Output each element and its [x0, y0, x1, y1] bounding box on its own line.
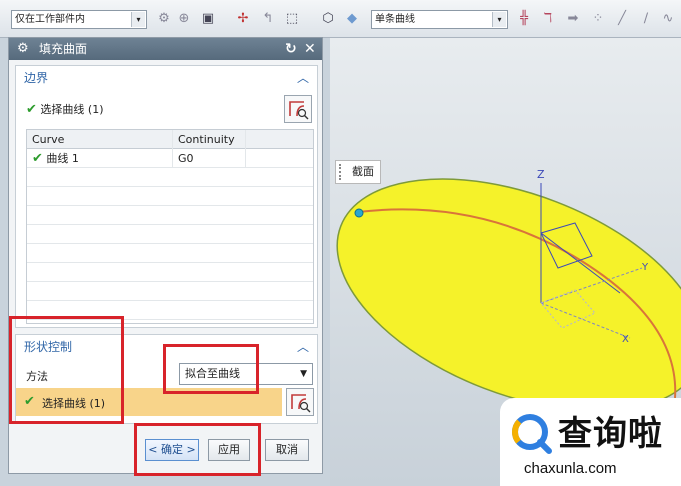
- intersection-icon[interactable]: ╬: [516, 11, 532, 27]
- table-empty-row: [27, 225, 313, 244]
- check-icon: ✔: [24, 394, 35, 409]
- table-cell-curve: ✔ 曲线 1: [27, 149, 173, 168]
- table-cell-continuity[interactable]: G0: [173, 149, 246, 168]
- face-filter-icon[interactable]: ▣: [200, 11, 216, 27]
- line-icon[interactable]: ╱: [614, 11, 630, 27]
- fill-surface-dialog: ⚙ 填充曲面 ↻ ✕ 边界 ︿ ✔ 选择曲线 (1) Curve Continu…: [8, 37, 323, 474]
- table-row[interactable]: ✔ 曲线 1 G0: [27, 149, 313, 168]
- curve-list-table: Curve Continuity ✔ 曲线 1 G0: [26, 129, 314, 324]
- curve-endpoint[interactable]: [354, 208, 364, 218]
- rect-select-icon[interactable]: ⬚: [284, 11, 300, 27]
- close-icon[interactable]: ✕: [304, 38, 316, 60]
- dialog-title-bar[interactable]: ⚙ 填充曲面 ↻ ✕: [9, 38, 322, 60]
- curve-rule-combo[interactable]: 单条曲线 ▾: [371, 10, 508, 29]
- check-icon: ✔: [32, 151, 43, 166]
- arrow-icon[interactable]: ➡: [565, 11, 581, 27]
- boundary-group: 边界 ︿ ✔ 选择曲线 (1) Curve Continuity ✔ 曲线 1 …: [15, 65, 318, 328]
- table-empty-row: [27, 206, 313, 225]
- check-icon: ✔: [26, 102, 37, 117]
- toolbar: 仅在工作部件内 ▾ ⚙ ⊕ ▣ ✢ ↰ ⬚ ⬡ ◆ 单条曲线 ▾ ╬ ℸ ➡ ⁘…: [0, 0, 681, 38]
- snap2-icon[interactable]: ↰: [260, 11, 276, 27]
- watermark-url: chaxunla.com: [524, 460, 617, 477]
- table-empty-row: [27, 282, 313, 301]
- cancel-button[interactable]: 取消: [265, 439, 309, 461]
- section-leader-label: 截面: [335, 160, 381, 184]
- chevron-down-icon: ▼: [300, 369, 307, 379]
- selection-filter-value: 仅在工作部件内: [15, 14, 85, 25]
- shape-select-curve-button[interactable]: [286, 388, 314, 416]
- chevron-down-icon: ▾: [492, 12, 506, 27]
- table-empty-row: [27, 301, 313, 320]
- dialog-title: 填充曲面: [39, 42, 88, 56]
- search-logo-icon: [512, 414, 552, 454]
- section-leader-text: 截面: [352, 165, 374, 178]
- boundary-select-curve-label: 选择曲线 (1): [40, 103, 104, 116]
- boundary-select-curve-row[interactable]: ✔ 选择曲线 (1): [26, 101, 103, 117]
- chevron-up-icon[interactable]: ︿: [297, 335, 309, 359]
- shape-control-header-label: 形状控制: [24, 340, 73, 354]
- column-header-continuity[interactable]: Continuity: [173, 130, 246, 149]
- points-icon[interactable]: ⁘: [590, 11, 606, 27]
- chevron-up-icon[interactable]: ︿: [297, 66, 309, 90]
- curve-name: 曲线 1: [46, 152, 79, 165]
- gear-icon[interactable]: ⚙: [17, 38, 29, 60]
- column-header-curve[interactable]: Curve: [27, 130, 173, 149]
- table-empty-row: [27, 187, 313, 206]
- x-axis-label: X: [622, 334, 629, 345]
- curve-select-icon: [289, 101, 309, 120]
- shape-select-curve-row[interactable]: ✔ 选择曲线 (1): [16, 388, 282, 416]
- shape-select-curve-label: 选择曲线 (1): [42, 397, 106, 410]
- tangent-icon[interactable]: ℸ: [540, 11, 556, 27]
- method-select-value: 拟合至曲线: [185, 367, 240, 380]
- selection-filter-combo[interactable]: 仅在工作部件内 ▾: [11, 10, 147, 29]
- apply-button[interactable]: 应用: [208, 439, 250, 461]
- method-label: 方法: [26, 370, 48, 383]
- reset-icon[interactable]: ↻: [285, 38, 297, 60]
- boundary-header-label: 边界: [24, 71, 49, 85]
- body-icon[interactable]: ⊕: [176, 11, 192, 27]
- y-axis-label: Y: [641, 262, 649, 273]
- select-curve-button[interactable]: [284, 95, 312, 123]
- z-axis-label: Z: [537, 168, 545, 181]
- chevron-down-icon: ▾: [131, 12, 145, 27]
- shape-control-header[interactable]: 形状控制 ︿: [16, 335, 317, 359]
- curve-rule-value: 单条曲线: [375, 14, 415, 25]
- snap-icon[interactable]: ✢: [235, 11, 251, 27]
- table-empty-row: [27, 263, 313, 282]
- watermark-title: 查询啦: [558, 414, 663, 454]
- ok-button[interactable]: < 确定 >: [145, 439, 199, 461]
- table-header-row: Curve Continuity: [27, 130, 313, 149]
- table-empty-row: [27, 244, 313, 263]
- feature-icon[interactable]: ⚙: [156, 11, 172, 27]
- curve-select-icon: [291, 394, 311, 413]
- view-icon[interactable]: ⬡: [320, 11, 336, 27]
- method-select[interactable]: 拟合至曲线 ▼: [179, 363, 313, 385]
- watermark: 查询啦 chaxunla.com: [500, 398, 681, 486]
- cube-icon[interactable]: ◆: [344, 11, 360, 27]
- line2-icon[interactable]: ∕: [638, 11, 654, 27]
- boundary-group-header[interactable]: 边界 ︿: [16, 66, 317, 90]
- table-empty-row: [27, 168, 313, 187]
- curve-icon[interactable]: ∿: [660, 11, 676, 27]
